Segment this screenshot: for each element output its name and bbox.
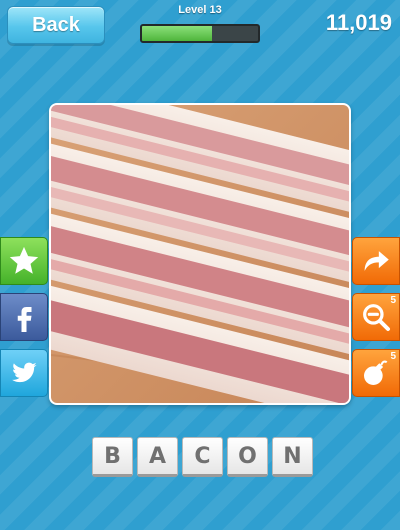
answer-letter-tile[interactable]: N	[272, 437, 313, 477]
answer-letter-tile[interactable]: A	[137, 437, 178, 477]
twitter-icon	[12, 362, 37, 383]
level-progress-fill	[142, 26, 212, 41]
bomb-icon	[364, 360, 388, 385]
bomb-hint-count: 5	[390, 351, 396, 362]
magnifier-minus-icon	[363, 304, 390, 331]
reveal-hint-button[interactable]: 5	[352, 293, 400, 341]
coin-score: 11,019	[325, 10, 392, 35]
facebook-icon	[17, 307, 32, 332]
answer-letter-tile[interactable]: B	[92, 437, 133, 477]
level-label: Level 13	[178, 4, 222, 16]
twitter-share-button[interactable]	[0, 349, 48, 397]
rate-star-button[interactable]	[0, 237, 48, 285]
reveal-hint-count: 5	[390, 295, 396, 306]
puzzle-image-frame	[49, 103, 351, 405]
answer-letter-tile[interactable]: C	[182, 437, 223, 477]
bomb-hint-button[interactable]: 5	[352, 349, 400, 397]
skip-button[interactable]	[352, 237, 400, 285]
star-icon	[9, 246, 39, 274]
puzzle-image	[51, 105, 349, 403]
level-progress-bar	[140, 24, 260, 43]
facebook-share-button[interactable]	[0, 293, 48, 341]
answer-letter-tile[interactable]: O	[227, 437, 268, 477]
skip-arrow-icon	[364, 251, 389, 271]
back-button[interactable]: Back	[7, 6, 105, 44]
answer-tiles: B A C O N	[92, 437, 313, 477]
